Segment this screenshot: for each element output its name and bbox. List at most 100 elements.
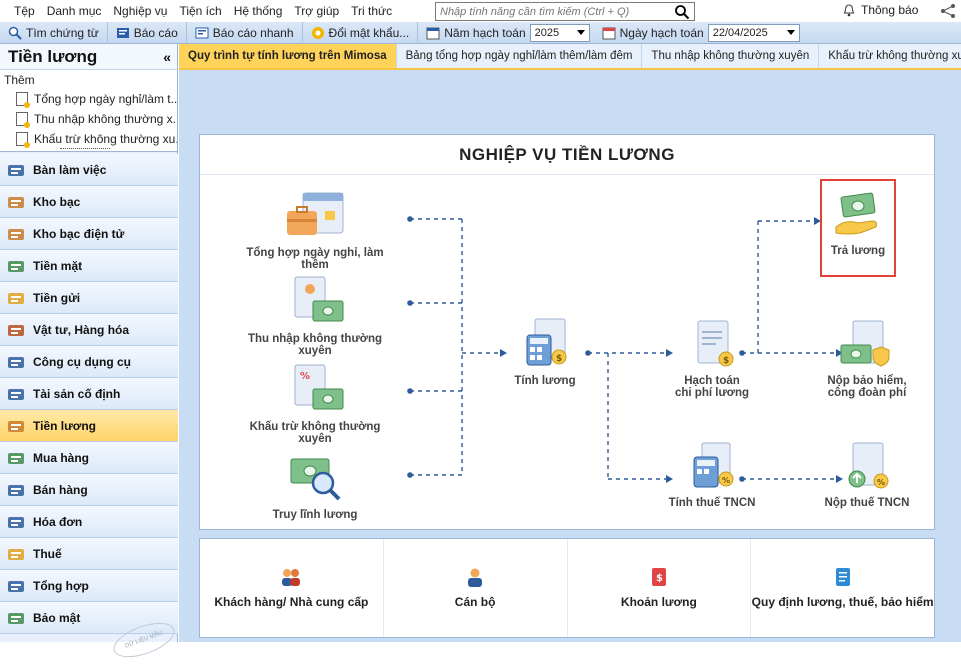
search-input[interactable] [436, 5, 666, 18]
node-irregular-income[interactable]: Thu nhập không thường xuyên [240, 275, 390, 357]
security-icon [7, 610, 25, 626]
bell-icon [843, 3, 855, 16]
svg-text:$: $ [723, 356, 729, 366]
sidebar-item-label: Mua hàng [33, 450, 89, 465]
node-insurance[interactable]: Nộp bảo hiểm, công đoàn phí [812, 317, 922, 399]
shortcut-customers[interactable]: Khách hàng/ Nhà cung cấp [200, 539, 384, 637]
money-magnifier-icon [290, 458, 341, 501]
tab-0[interactable]: Quy trình tự tính lương trên Mimosa [179, 44, 397, 68]
customers-icon [282, 569, 301, 586]
quick-item-leave-overtime[interactable]: Tổng hợp ngày nghỉ/làm t... [0, 89, 177, 109]
sidebar-item-13[interactable]: Tổng hợp [0, 570, 178, 602]
node-calc-pit[interactable]: % Tính thuế TNCN [662, 439, 762, 509]
node-calc-salary-label: Tính lương [514, 375, 576, 387]
shortcut-regulations[interactable]: Quy định lương, thuế, bảo hiểm [751, 539, 934, 637]
tax-payment-icon: % [848, 442, 889, 489]
node-irregular-deduction-label: Khấu trừ không thường xuyên [249, 421, 381, 445]
menu-utilities[interactable]: Tiện ích [173, 0, 227, 22]
sidebar-item-9[interactable]: Mua hàng [0, 442, 178, 474]
quick-report-icon [195, 27, 209, 38]
sidebar-item-2[interactable]: Kho bạc điện tử [0, 218, 178, 250]
node-pay-salary[interactable]: Trả lương [820, 191, 896, 257]
menu-operations[interactable]: Nghiệp vụ [107, 0, 173, 22]
sidebar-item-7[interactable]: Tài sản cố định [0, 378, 178, 410]
sidebar-item-label: Hóa đơn [33, 514, 83, 529]
node-insurance-label-2: công đoàn phí [827, 387, 907, 399]
shortcut-staff[interactable]: Cán bộ [384, 539, 568, 637]
key-icon [311, 26, 324, 39]
tab-3[interactable]: Khấu trừ không thường xuyên [819, 44, 961, 68]
calculator-document-icon: $ [526, 318, 567, 366]
hand-money-icon [835, 192, 877, 235]
sidebar-item-4[interactable]: Tiền gửi [0, 282, 178, 314]
sidebar-item-label: Thuế [33, 546, 62, 561]
sidebar-item-3[interactable]: Tiền mặt [0, 250, 178, 282]
find-voucher-button[interactable]: Tìm chứng từ [0, 21, 108, 44]
sidebar-item-12[interactable]: Thuế [0, 538, 178, 570]
change-password-label: Đổi mật khẩu... [328, 25, 410, 40]
sidebar-item-1[interactable]: Kho bạc [0, 186, 178, 218]
menu-help[interactable]: Trợ giúp [288, 0, 345, 22]
tax-calculator-icon: % [693, 442, 734, 488]
deposit-icon [7, 290, 25, 306]
sidebar-item-label: Vật tư, Hàng hóa [33, 322, 130, 337]
node-salary-expense-label-2: chi phí lương [675, 387, 749, 399]
shortcut-salary-items[interactable]: $ Khoản lương [568, 539, 752, 637]
node-leave-overtime[interactable]: Tổng hợp ngày nghỉ, làm thêm [240, 189, 390, 271]
e-treasury-icon [7, 226, 25, 242]
node-salary-trace-label: Truy lĩnh lương [272, 509, 358, 521]
sidebar-item-10[interactable]: Bán hàng [0, 474, 178, 506]
node-salary-expense[interactable]: $ Hạch toán chi phí lương [662, 317, 762, 399]
quick-item-irregular-deduction[interactable]: Khấu trừ không thường xu... [0, 129, 177, 149]
notification-button[interactable]: Thông báo [843, 3, 918, 17]
menu-knowledge[interactable]: Tri thức [345, 0, 398, 22]
sidebar-item-label: Tiền gửi [33, 290, 81, 305]
menu-file[interactable]: Tệp [0, 0, 41, 22]
svg-text:%: % [722, 476, 730, 485]
document-icon [16, 132, 30, 148]
node-salary-trace[interactable]: Truy lĩnh lương [240, 451, 390, 521]
catalog-shortcuts: Khách hàng/ Nhà cung cấp Cán bộ $ Khoản … [199, 538, 935, 638]
node-calc-salary[interactable]: $ Tính lương [500, 317, 590, 387]
search-icon [8, 26, 22, 40]
main-content: NGHIỆP VỤ TIỀN LƯƠNG Tổng hợp ngày nghỉ,… [179, 70, 961, 642]
menu-catalog[interactable]: Danh mục [41, 0, 108, 22]
posting-date-select[interactable]: 22/04/2025 [707, 23, 800, 42]
search-icon[interactable] [674, 4, 690, 20]
resize-grip[interactable] [60, 148, 110, 151]
change-password-button[interactable]: Đổi mật khẩu... [303, 21, 419, 44]
quick-item-irregular-income[interactable]: Thu nhập không thường x... [0, 109, 177, 129]
node-irregular-deduction[interactable]: % Khấu trừ không thường xuyên [240, 363, 390, 445]
sidebar-item-label: Tổng hợp [33, 578, 89, 593]
menu-system[interactable]: Hệ thống [228, 0, 289, 22]
quick-item-label: Tổng hợp ngày nghỉ/làm t... [34, 92, 177, 106]
svg-text:$: $ [656, 573, 663, 584]
fiscal-year-value: 2025 [534, 26, 560, 39]
shortcut-staff-label: Cán bộ [454, 595, 496, 609]
report-button[interactable]: Báo cáo [108, 21, 187, 44]
node-pay-salary-label: Trả lương [830, 245, 886, 257]
deduction-document-icon: % [294, 364, 344, 410]
insurance-document-icon [840, 320, 890, 367]
shortcut-salary-items-label: Khoản lương [620, 595, 697, 609]
sidebar-item-11[interactable]: Hóa đơn [0, 506, 178, 538]
fiscal-year-select[interactable]: 2025 [529, 23, 590, 42]
sidebar-item-label: Kho bạc điện tử [33, 226, 125, 241]
collapse-sidebar-button[interactable]: « [163, 49, 171, 65]
quick-add-list: Thêm Tổng hợp ngày nghỉ/làm t... Thu nhậ… [0, 70, 177, 152]
feature-search[interactable] [435, 2, 695, 21]
tab-2[interactable]: Thu nhập không thường xuyên [642, 44, 820, 68]
quick-report-label: Báo cáo nhanh [212, 25, 294, 40]
quick-report-button[interactable]: Báo cáo nhanh [187, 21, 303, 44]
tab-1[interactable]: Bảng tổng hợp ngày nghỉ/làm thêm/làm đêm [397, 44, 643, 68]
svg-text:%: % [300, 371, 310, 382]
share-icon[interactable] [940, 3, 956, 19]
sidebar-item-5[interactable]: Vật tư, Hàng hóa [0, 314, 178, 346]
treasury-icon [7, 194, 25, 210]
sidebar-item-8[interactable]: Tiền lương [0, 410, 178, 442]
sidebar-item-6[interactable]: Công cụ dụng cụ [0, 346, 178, 378]
shortcut-customers-label: Khách hàng/ Nhà cung cấp [214, 595, 369, 609]
node-calc-pit-label: Tính thuế TNCN [668, 497, 756, 509]
node-pay-pit[interactable]: % Nộp thuế TNCN [812, 439, 922, 509]
sidebar-item-0[interactable]: Bàn làm việc [0, 154, 178, 186]
